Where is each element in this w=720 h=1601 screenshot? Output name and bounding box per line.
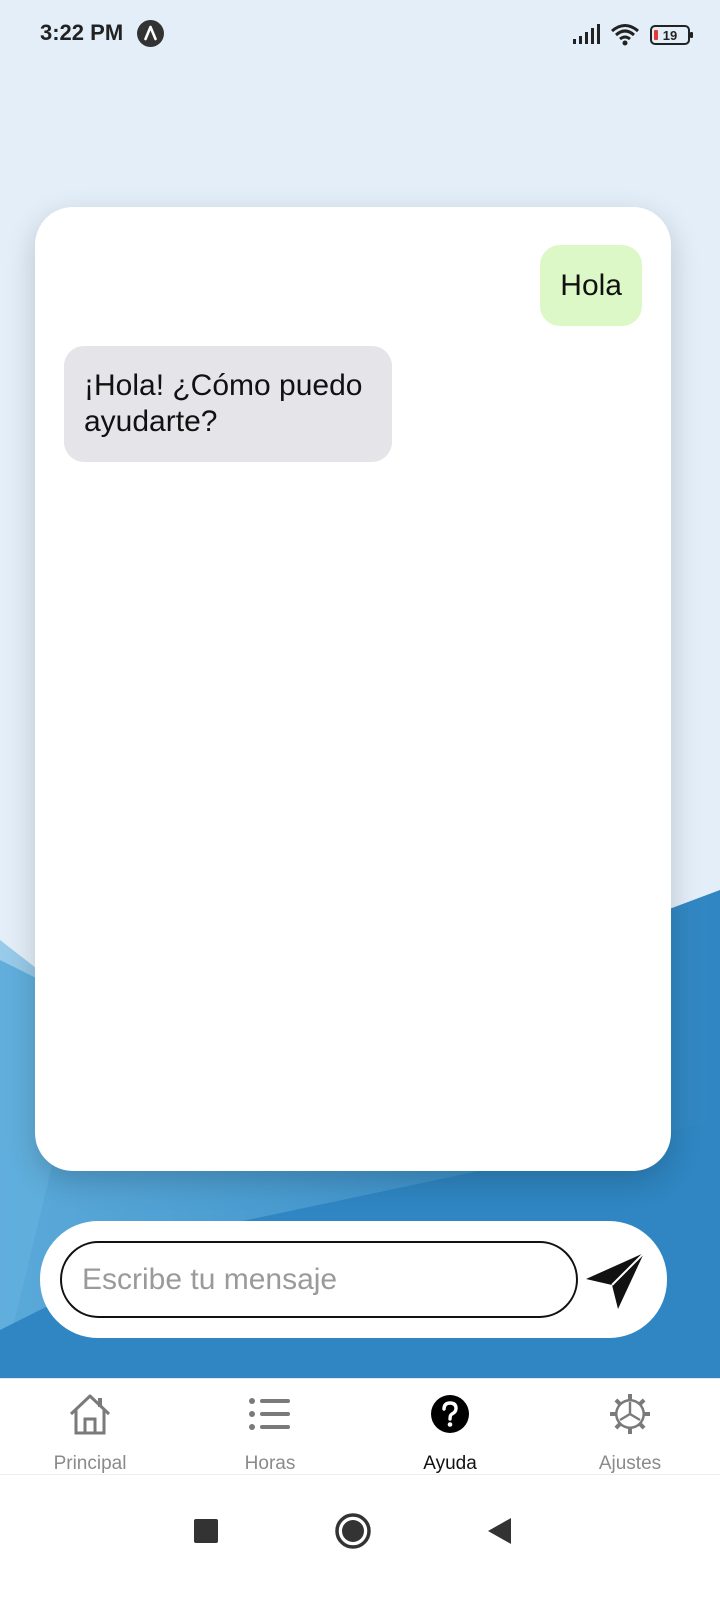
chat-panel[interactable]: Hola ¡Hola! ¿Cómo puedo ayudarte? xyxy=(35,207,671,1171)
home-button[interactable] xyxy=(330,1508,376,1554)
status-bar: 3:22 PM 19 xyxy=(0,0,720,70)
nav-label-principal: Principal xyxy=(53,1453,127,1474)
back-triangle-icon xyxy=(488,1518,511,1544)
square-icon xyxy=(194,1519,218,1543)
user-message-bubble: Hola xyxy=(540,245,642,326)
help-icon xyxy=(427,1391,473,1437)
send-button[interactable] xyxy=(580,1247,650,1313)
status-time: 3:22 PM xyxy=(40,20,124,45)
wifi-icon xyxy=(611,24,639,46)
nav-label-ayuda: Ayuda xyxy=(423,1453,477,1474)
nav-item-principal[interactable]: Principal xyxy=(0,1379,180,1475)
nav-item-horas[interactable]: Horas xyxy=(180,1379,360,1475)
back-button[interactable] xyxy=(476,1508,522,1554)
settings-icon xyxy=(607,1391,653,1437)
app-notification-icon xyxy=(137,20,164,47)
battery-level: 19 xyxy=(662,27,678,43)
system-navigation-bar xyxy=(0,1474,720,1601)
nav-label-horas: Horas xyxy=(244,1453,296,1474)
recent-apps-button[interactable] xyxy=(183,1508,229,1554)
battery-icon: 19 xyxy=(650,25,693,45)
nav-label-ajustes: Ajustes xyxy=(598,1453,662,1474)
home-icon xyxy=(67,1391,113,1437)
bottom-navigation: Principal Horas Ayuda Ajustes xyxy=(0,1378,720,1475)
circle-icon xyxy=(335,1513,371,1549)
signal-icon xyxy=(573,24,600,44)
nav-item-ajustes[interactable]: Ajustes xyxy=(540,1379,720,1475)
nav-item-ayuda[interactable]: Ayuda xyxy=(360,1379,540,1475)
send-icon xyxy=(586,1252,645,1309)
message-input[interactable] xyxy=(60,1241,578,1318)
bot-message-bubble: ¡Hola! ¿Cómo puedo ayudarte? xyxy=(64,346,392,462)
status-icons: 19 xyxy=(572,22,693,48)
list-icon xyxy=(247,1391,293,1437)
message-composer xyxy=(40,1221,667,1338)
